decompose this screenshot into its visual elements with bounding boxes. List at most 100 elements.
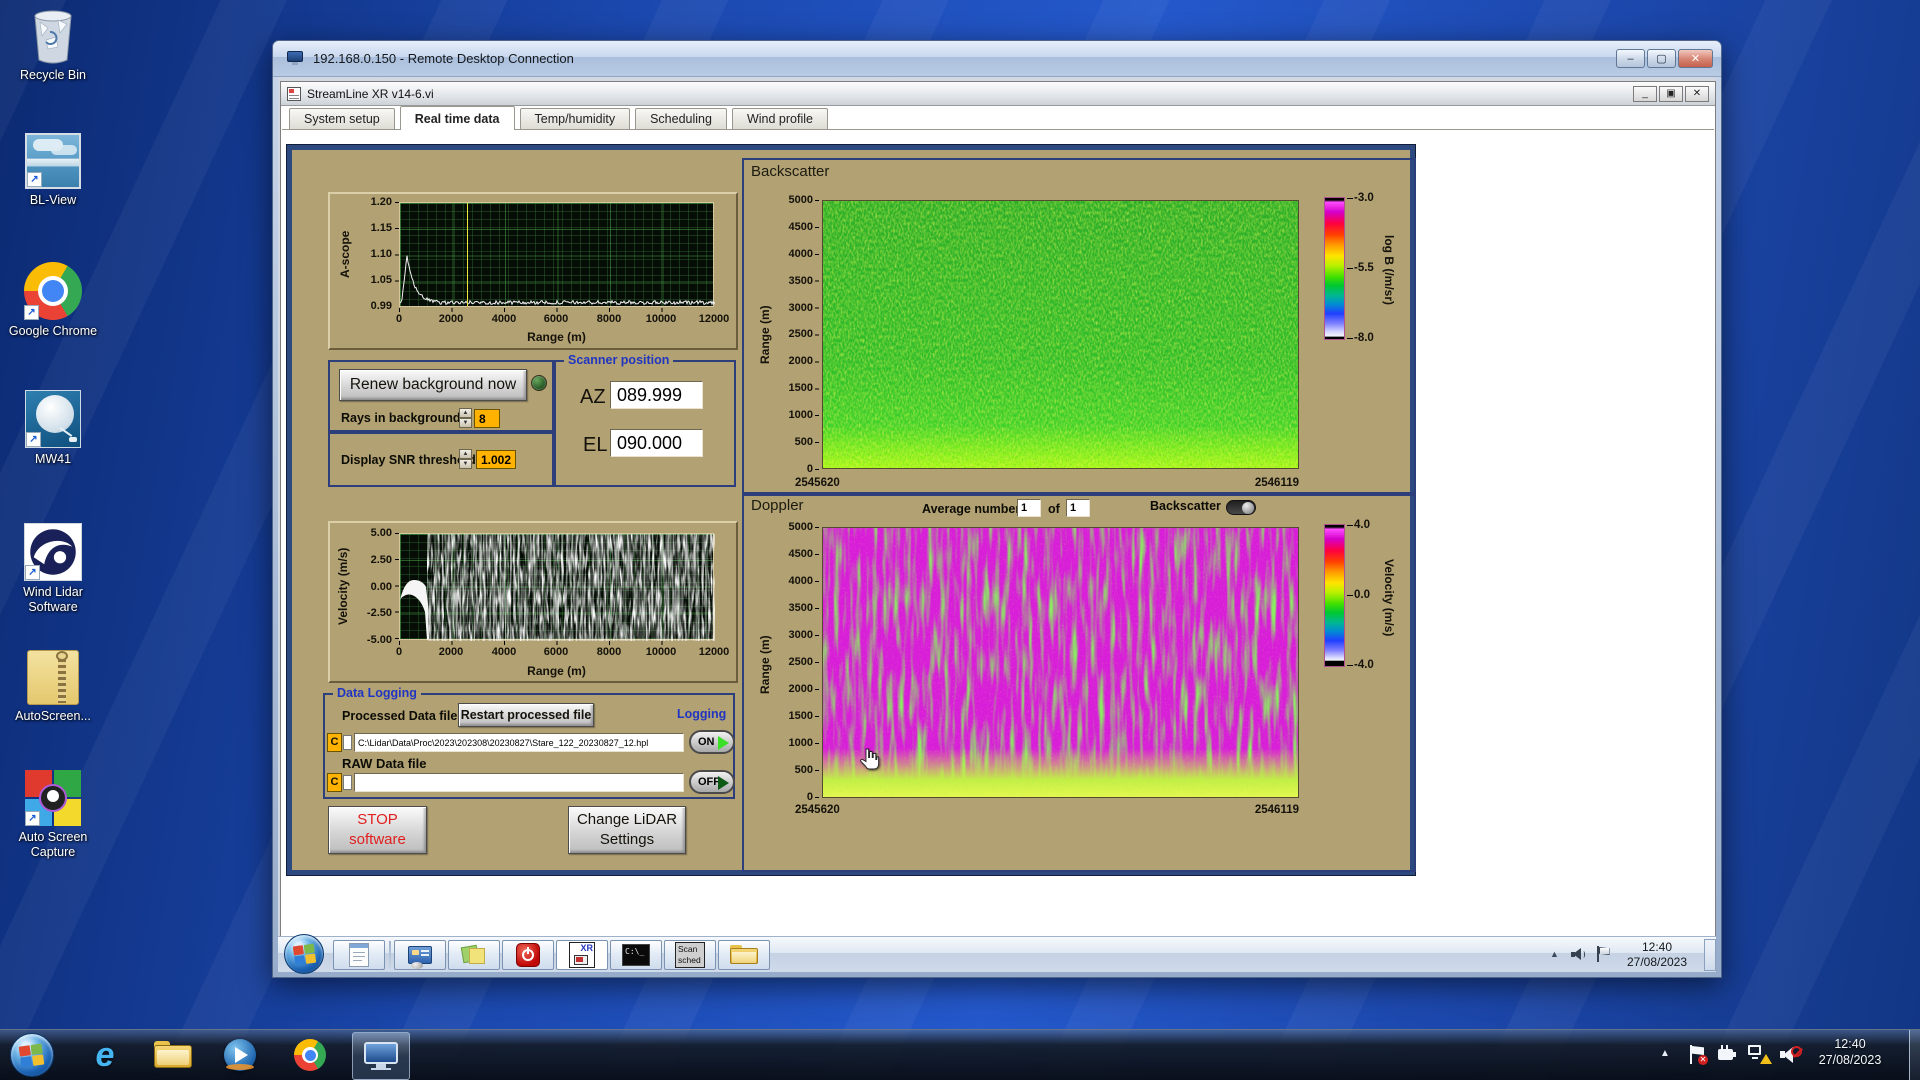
app-restore-button[interactable]: ▣	[1659, 85, 1683, 102]
app-close-button[interactable]: ✕	[1685, 85, 1709, 102]
recycle-bin-icon	[28, 8, 78, 64]
renew-background-button[interactable]: Renew background now	[339, 369, 527, 401]
host-start-button[interactable]	[10, 1033, 54, 1077]
raw-drive-box[interactable]: C	[327, 773, 342, 792]
host-clock[interactable]: 12:40 27/08/2023	[1802, 1036, 1898, 1068]
snr-spinner[interactable]: ▲ ▼	[459, 449, 472, 469]
remote-taskbar-sticky-notes[interactable]	[448, 940, 500, 970]
y-tick: 2000	[788, 355, 813, 368]
backscatter-heatmap[interactable]	[822, 200, 1299, 469]
restart-processed-file-button[interactable]: Restart processed file	[458, 703, 594, 727]
desktop-icon-wind-lidar[interactable]: ↗ Wind Lidar Software	[0, 523, 106, 615]
average-total-field[interactable]: 1	[1066, 499, 1090, 517]
rdp-title-bar[interactable]: 192.168.0.150 - Remote Desktop Connectio…	[273, 41, 1721, 77]
x-tick: 4000	[491, 646, 517, 658]
volume-muted-icon[interactable]	[1780, 1046, 1803, 1063]
host-taskbar-ie[interactable]: e	[84, 1036, 126, 1074]
close-button[interactable]: ✕	[1678, 49, 1713, 68]
desktop-icon-google-chrome[interactable]: ↗ Google Chrome	[0, 262, 106, 339]
remote-taskbar-shutdown[interactable]	[502, 940, 554, 970]
windows-flag-icon	[292, 943, 316, 965]
desktop-icon-label: Wind Lidar Software	[23, 585, 83, 614]
front-panel: A-scope 1.20 1.15 1.10 1.05 0.99 0 2000 …	[286, 144, 1416, 876]
desktop-icon-recycle-bin[interactable]: Recycle Bin	[0, 8, 106, 83]
backscatter-toggle-switch[interactable]	[1226, 500, 1256, 515]
green-led-icon	[718, 736, 729, 750]
browse-icon[interactable]	[343, 735, 352, 750]
tray-expand-arrow-icon[interactable]: ▲	[1550, 949, 1559, 959]
tab-temp-humidity[interactable]: Temp/humidity	[519, 108, 631, 130]
raw-logging-toggle-off[interactable]: OFF	[689, 770, 735, 794]
el-value-field[interactable]: 090.000	[610, 429, 703, 457]
host-taskbar-chrome[interactable]	[288, 1039, 332, 1071]
off-label: OFF	[698, 776, 720, 788]
rdp-window: 192.168.0.150 - Remote Desktop Connectio…	[272, 40, 1722, 978]
average-number-field[interactable]: 1	[1017, 499, 1041, 517]
zip-folder-icon	[27, 650, 79, 705]
processed-path-field[interactable]: C:\Lidar\Data\Proc\2023\202308\20230827\…	[354, 733, 684, 752]
data-logging-group: Data Logging Processed Data file Restart…	[323, 686, 735, 799]
x-tick: 2000	[438, 313, 464, 325]
shortcut-arrow-icon: ↗	[25, 811, 40, 826]
y-tick: 1.05	[370, 274, 392, 286]
remote-taskbar-explorer[interactable]	[718, 940, 770, 970]
minimize-button[interactable]: –	[1616, 49, 1645, 68]
remote-show-desktop-button[interactable]	[1704, 939, 1716, 971]
labview-vi-icon: XR	[569, 942, 595, 968]
tray-expand-arrow-icon[interactable]: ▲	[1660, 1048, 1670, 1059]
remote-taskbar-control-panel[interactable]	[394, 940, 446, 970]
remote-taskbar-cmd[interactable]: C:\_	[610, 940, 662, 970]
remote-taskbar-notepad[interactable]	[333, 940, 385, 970]
host-taskbar-rdp-active[interactable]	[352, 1032, 410, 1080]
desktop-icon-mw41[interactable]: ↗ MW41	[0, 390, 106, 467]
app-title-bar[interactable]: StreamLine XR v14-6.vi _ ▣ ✕	[281, 82, 1715, 106]
processed-logging-toggle-on[interactable]: ON	[689, 730, 735, 754]
sticky-notes-icon	[460, 944, 486, 966]
tab-scheduling[interactable]: Scheduling	[635, 108, 727, 130]
tab-system-setup[interactable]: System setup	[289, 108, 395, 130]
snr-threshold-field[interactable]: 1.002	[476, 450, 516, 469]
remote-taskbar-scan-scheduler[interactable]: Scan sched	[664, 940, 716, 970]
volume-icon[interactable]	[1571, 948, 1585, 961]
rays-in-background-field[interactable]: 8	[474, 409, 500, 428]
doppler-heatmap[interactable]	[822, 527, 1299, 798]
show-desktop-button[interactable]	[1909, 1030, 1920, 1080]
action-center-flag-icon[interactable]	[1596, 946, 1612, 962]
app-minimize-button[interactable]: _	[1633, 85, 1657, 102]
x-tick: 6000	[543, 646, 569, 658]
maximize-button[interactable]: ▢	[1647, 49, 1676, 68]
rdp-icon	[364, 1042, 398, 1070]
rays-spinner[interactable]: ▲ ▼	[459, 408, 472, 428]
of-label: of	[1048, 502, 1060, 516]
action-center-flag-icon[interactable]: ✕	[1688, 1045, 1708, 1065]
y-tick: 4500	[788, 220, 813, 233]
desktop-icon-bl-view[interactable]: ↗ BL-View	[0, 133, 106, 208]
processed-drive-box[interactable]: C	[327, 733, 342, 752]
error-badge: ✕	[1698, 1055, 1708, 1065]
desktop-icon-label: BL-View	[29, 193, 77, 207]
xr-label: XR	[580, 943, 593, 953]
desktop-icon-auto-screen-capture[interactable]: ↗ Auto Screen Capture	[0, 770, 106, 860]
remote-clock[interactable]: 12:40 27/08/2023	[1615, 940, 1699, 970]
desktop-icon-autoscreen-zip[interactable]: AutoScreen...	[0, 650, 106, 724]
remote-start-button[interactable]	[284, 934, 324, 974]
browse-icon[interactable]	[343, 775, 352, 790]
mouse-hand-cursor	[859, 748, 880, 773]
raw-path-field[interactable]	[354, 773, 684, 792]
tab-real-time-data[interactable]: Real time data	[399, 106, 515, 130]
host-taskbar-explorer[interactable]	[150, 1039, 196, 1071]
stop-software-button[interactable]: STOP software	[328, 806, 427, 854]
chrome-icon: ↗	[24, 262, 82, 320]
battery-icon[interactable]	[1718, 1045, 1738, 1063]
graph-cursor-line[interactable]	[466, 203, 468, 306]
host-taskbar-media-player[interactable]	[218, 1039, 262, 1071]
host-clock-time: 12:40	[1834, 1037, 1866, 1051]
velocity-y-axis-label: Velocity (m/s)	[336, 547, 350, 625]
tab-wind-profile[interactable]: Wind profile	[731, 108, 828, 130]
stop-line1: STOP	[357, 811, 398, 828]
remote-taskbar-streamline-vi[interactable]: XR	[556, 940, 608, 970]
x-tick: 2000	[438, 646, 464, 658]
change-lidar-settings-button[interactable]: Change LiDAR Settings	[568, 806, 686, 854]
network-icon[interactable]	[1748, 1045, 1772, 1064]
az-value-field[interactable]: 089.999	[610, 381, 703, 409]
